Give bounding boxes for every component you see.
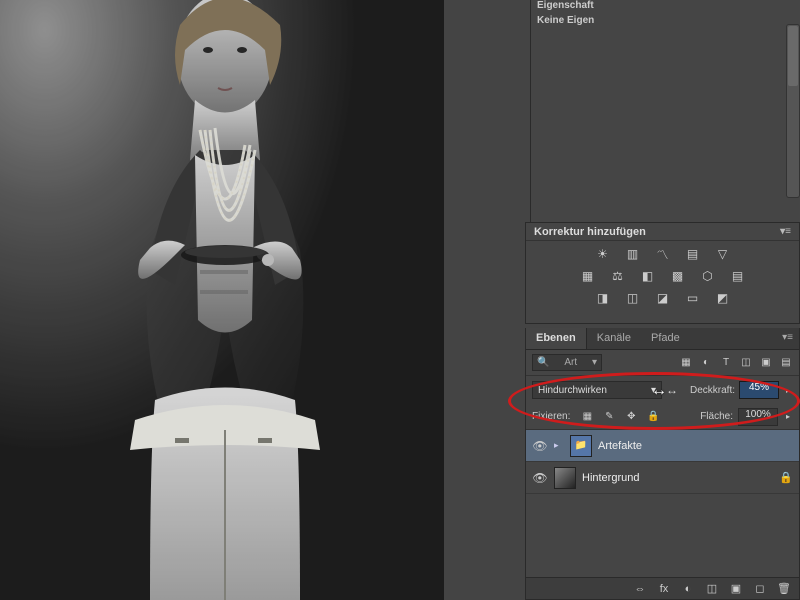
new-layer-icon[interactable]: ◻ — [753, 582, 767, 596]
canvas-area[interactable] — [0, 0, 444, 600]
chevron-down-icon: ▾ — [592, 357, 597, 368]
adj-posterize-icon[interactable]: ◫ — [624, 291, 642, 305]
opacity-input[interactable]: 45% — [739, 381, 779, 399]
lock-all-icon[interactable]: 🔒 — [645, 410, 661, 424]
adj-hsl-icon[interactable]: ▦ — [579, 269, 597, 283]
link-layers-icon[interactable]: ⇔ — [633, 582, 647, 596]
scrub-cursor-icon: ↔ — [666, 383, 678, 397]
layers-panel: Ebenen Kanäle Pfade ▾≡ 🔍 Art ▾ ▦ ◐ T ◫ ▣… — [525, 328, 800, 600]
blend-mode-dropdown[interactable]: Hindurchwirken ▾ — [532, 381, 662, 399]
new-adjustment-icon[interactable]: ◫ — [705, 582, 719, 596]
lock-label: Fixieren: — [532, 411, 570, 422]
properties-scrollbar[interactable] — [786, 24, 800, 198]
document-image — [0, 0, 444, 600]
fill-flyout-icon[interactable]: ▸ — [783, 412, 793, 421]
filter-kind-label: Art — [564, 357, 577, 368]
filter-adjust-icon[interactable]: ◐ — [699, 356, 713, 370]
filter-pixel-icon[interactable]: ▦ — [679, 356, 693, 370]
layer-row-image[interactable]: 👁 Hintergrund 🔒 — [526, 462, 799, 494]
opacity-label: Deckkraft: — [690, 385, 735, 396]
adj-threshold-icon[interactable]: ◪ — [654, 291, 672, 305]
adj-colorlookup-icon[interactable]: ▤ — [729, 269, 747, 283]
properties-empty: Keine Eigen — [531, 11, 800, 30]
panel-menu-icon[interactable]: ▾≡ — [780, 226, 791, 237]
filter-type-icon[interactable]: T — [719, 356, 733, 370]
layer-thumbnail[interactable] — [554, 467, 576, 489]
filter-smart-icon[interactable]: ▣ — [759, 356, 773, 370]
adj-exposure-icon[interactable]: ▤ — [684, 247, 702, 261]
adj-bw-icon[interactable]: ◧ — [639, 269, 657, 283]
fx-icon[interactable]: fx — [657, 582, 671, 596]
adjustments-title: Korrektur hinzufügen — [534, 226, 646, 238]
lock-transparency-icon[interactable]: ▦ — [579, 410, 595, 424]
layer-name[interactable]: Artefakte — [598, 440, 642, 452]
adj-invert-icon[interactable]: ◨ — [594, 291, 612, 305]
search-icon: 🔍 — [537, 357, 549, 368]
adj-photofilter-icon[interactable]: ▩ — [669, 269, 687, 283]
adj-levels-icon[interactable]: ▥ — [624, 247, 642, 261]
adj-balance-icon[interactable]: ⚖ — [609, 269, 627, 283]
blend-mode-value: Hindurchwirken — [538, 385, 607, 396]
layer-list: 👁 ▸ 📁 Artefakte 👁 Hintergrund 🔒 — [526, 430, 799, 494]
tab-paths[interactable]: Pfade — [641, 328, 690, 349]
tab-channels[interactable]: Kanäle — [587, 328, 641, 349]
opacity-flyout-icon[interactable]: ▸ — [783, 386, 793, 395]
fill-label: Fläche: — [700, 411, 733, 422]
disclosure-triangle-icon[interactable]: ▸ — [554, 440, 564, 451]
layers-footer: ⇔ fx ◐ ◫ ▣ ◻ 🗑 — [526, 577, 799, 599]
tab-layers[interactable]: Ebenen — [526, 328, 587, 349]
adjustments-panel: Korrektur hinzufügen ▾≡ ☀ ▥ 〽 ▤ ▽ ▦ ⚖ ◧ … — [525, 222, 800, 324]
lock-icon: 🔒 — [779, 471, 793, 484]
delete-layer-icon[interactable]: 🗑 — [777, 582, 791, 596]
visibility-toggle[interactable]: 👁 — [532, 439, 548, 453]
adj-selective-icon[interactable]: ◩ — [714, 291, 732, 305]
panel-menu-icon[interactable]: ▾≡ — [776, 328, 799, 349]
layer-filter-kind[interactable]: 🔍 Art ▾ — [532, 354, 602, 371]
layer-name[interactable]: Hintergrund — [582, 472, 639, 484]
visibility-toggle[interactable]: 👁 — [532, 471, 548, 485]
properties-panel: Eigenschaft Keine Eigen — [530, 0, 800, 222]
properties-header: Eigenschaft — [531, 0, 800, 11]
lock-pixels-icon[interactable]: ✎ — [601, 410, 617, 424]
add-mask-icon[interactable]: ◐ — [681, 582, 695, 596]
filter-shape-icon[interactable]: ◫ — [739, 356, 753, 370]
adj-curves-icon[interactable]: 〽 — [654, 247, 672, 261]
new-group-icon[interactable]: ▣ — [729, 582, 743, 596]
chevron-down-icon: ▾ — [651, 385, 656, 396]
folder-icon: 📁 — [570, 435, 592, 457]
filter-toggle-icon[interactable]: ▤ — [779, 356, 793, 370]
layer-row-group[interactable]: 👁 ▸ 📁 Artefakte — [526, 430, 799, 462]
adj-brightness-icon[interactable]: ☀ — [594, 247, 612, 261]
adj-vibrance-icon[interactable]: ▽ — [714, 247, 732, 261]
adj-channelmixer-icon[interactable]: ⬡ — [699, 269, 717, 283]
adj-gradmap-icon[interactable]: ▭ — [684, 291, 702, 305]
fill-input[interactable]: 100% — [738, 408, 778, 426]
lock-position-icon[interactable]: ✥ — [623, 410, 639, 424]
